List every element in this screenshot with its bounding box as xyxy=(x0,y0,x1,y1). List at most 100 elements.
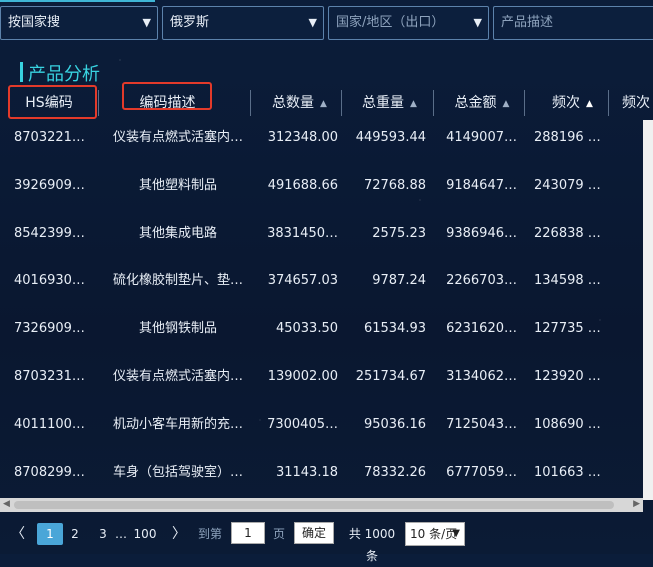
next-page-button[interactable]: 〉 xyxy=(171,523,187,545)
cell-total-quantity: 374657.03 xyxy=(267,273,338,289)
col-total-quantity[interactable]: 总数量 ▲ xyxy=(262,86,337,120)
column-divider xyxy=(341,90,342,116)
cell-total-quantity: 31143.18 xyxy=(275,464,338,480)
cell-description: 硫化橡胶制垫片、垫… xyxy=(112,273,243,289)
cell-frequency: 101663 … xyxy=(534,464,601,480)
cell-total-amount: 9386946… xyxy=(446,225,517,241)
cell-description: 仪装有点燃式活塞内… xyxy=(112,369,243,384)
table-row[interactable]: 8542399… 其他集成电路 3831450… 2575.23 9386946… 226… xyxy=(0,216,643,263)
cell-total-amount: 7125043… xyxy=(446,416,517,432)
total-count: 共 1000 条 xyxy=(348,527,396,563)
cell-hs-code: 4011100… xyxy=(14,416,85,432)
cell-total-weight: 72768.88 xyxy=(363,177,426,193)
sort-icon[interactable]: ▲ xyxy=(410,99,417,109)
col-weight-label: 总重量 xyxy=(362,95,405,111)
page-size-select[interactable]: 10 条/页 ▼ xyxy=(405,522,465,546)
cell-total-quantity: 3831450… xyxy=(267,225,338,241)
cell-total-weight: 2575.23 xyxy=(372,225,426,241)
chevron-down-icon: ▼ xyxy=(308,16,317,29)
table-row[interactable]: 8708299… 车身（包括驾驶室）… 31143.18 78332.26 677705… xyxy=(0,455,643,500)
column-divider xyxy=(250,90,251,116)
table-row[interactable]: 3926909… 其他塑料制品 491688.66 72768.88 9184647… 2… xyxy=(0,168,643,215)
page-1-button[interactable]: 1 xyxy=(37,523,63,545)
scroll-left-icon[interactable]: ◀ xyxy=(3,499,10,509)
region-select[interactable]: 国家/地区（出口） ▼ xyxy=(328,6,489,40)
page-unit-label: 页 xyxy=(272,527,285,541)
cell-description: 其他集成电路 xyxy=(138,225,217,241)
cell-frequency: 243079 … xyxy=(534,177,601,193)
table-row[interactable]: 8703231… 仪装有点燃式活塞内… 139002.00 251734.67 3134… xyxy=(0,359,643,406)
cell-frequency: 226838 … xyxy=(534,225,601,241)
cell-total-weight: 78332.26 xyxy=(363,464,426,480)
column-divider xyxy=(524,90,525,116)
search-mode-value: 按国家搜 xyxy=(8,15,61,30)
filter-bar: 按国家搜 ▼ 俄罗斯 ▼ 国家/地区（出口） ▼ 产品描述 xyxy=(0,0,653,48)
cell-total-amount: 6231620… xyxy=(446,321,517,337)
cell-hs-code: 8542399… xyxy=(14,225,85,241)
col-amount-label: 总金额 xyxy=(454,95,497,111)
column-divider xyxy=(433,90,434,116)
cell-total-weight: 251734.67 xyxy=(355,369,426,384)
cell-total-amount: 9184647… xyxy=(446,177,517,193)
last-page-button[interactable]: 100 xyxy=(131,523,159,545)
table-row[interactable]: 7326909… 其他钢铁制品 45033.50 61534.93 6231620… 12… xyxy=(0,311,643,358)
page-size-value: 10 条/页 xyxy=(410,527,458,541)
cell-description: 其他钢铁制品 xyxy=(138,321,217,337)
sort-icon[interactable]: ▲ xyxy=(503,99,510,109)
cell-total-weight: 61534.93 xyxy=(363,321,426,337)
sort-icon[interactable]: ▲ xyxy=(320,99,327,109)
vertical-scrollbar[interactable] xyxy=(643,120,653,500)
pagination-ellipsis[interactable]: … xyxy=(114,523,128,545)
country-value: 俄罗斯 xyxy=(170,15,210,30)
cell-total-quantity: 7300405… xyxy=(267,416,338,432)
prev-page-button[interactable]: 〈 xyxy=(10,523,26,545)
product-placeholder: 产品描述 xyxy=(501,15,554,30)
table-row[interactable]: 8703221… 仪装有点燃式活塞内… 312348.00 449593.44 4149… xyxy=(0,120,643,167)
col-total-amount[interactable]: 总金额 ▲ xyxy=(444,86,520,120)
cell-frequency: 134598 … xyxy=(534,273,601,289)
highlight-box-hs xyxy=(8,85,97,119)
search-mode-select[interactable]: 按国家搜 ▼ xyxy=(0,6,158,40)
column-divider xyxy=(608,90,609,116)
col-total-weight[interactable]: 总重量 ▲ xyxy=(352,86,427,120)
goto-label: 到第 xyxy=(197,527,222,541)
confirm-button[interactable]: 确定 xyxy=(294,522,334,544)
cell-total-quantity: 312348.00 xyxy=(267,130,338,145)
cell-hs-code: 8708299… xyxy=(14,464,85,480)
cell-hs-code: 4016930… xyxy=(14,273,85,289)
cell-total-weight: 449593.44 xyxy=(355,130,426,145)
cell-frequency: 108690 … xyxy=(534,416,601,432)
sort-asc-icon[interactable]: ▲ xyxy=(586,99,593,109)
cell-total-amount: 3134062… xyxy=(446,369,517,384)
page-3-button[interactable]: 3 xyxy=(95,523,111,545)
cell-total-amount: 4149007… xyxy=(446,130,517,145)
cell-description: 其他塑料制品 xyxy=(138,177,217,193)
horizontal-scrollbar[interactable]: ◀ ▶ xyxy=(0,498,643,512)
scroll-right-icon[interactable]: ▶ xyxy=(633,499,640,509)
product-description-input[interactable]: 产品描述 xyxy=(493,6,653,40)
col-frequency[interactable]: 频次 ▲ xyxy=(545,86,600,120)
active-indicator xyxy=(0,0,155,2)
table-row[interactable]: 4016930… 硫化橡胶制垫片、垫… 374657.03 9787.24 226670… xyxy=(0,263,643,310)
cell-hs-code: 8703221… xyxy=(14,130,85,145)
country-select[interactable]: 俄罗斯 ▼ xyxy=(162,6,324,40)
page-2-button[interactable]: 2 xyxy=(67,523,83,545)
title-accent xyxy=(20,62,23,82)
cell-description: 车身（包括驾驶室）… xyxy=(112,464,243,480)
cell-total-amount: 2266703… xyxy=(446,273,517,289)
highlight-box-desc xyxy=(122,82,212,110)
scroll-thumb[interactable] xyxy=(14,501,614,509)
col-qty-label: 总数量 xyxy=(272,95,315,111)
section-title: 产品分析 xyxy=(28,64,100,85)
cell-total-quantity: 139002.00 xyxy=(267,369,338,384)
column-divider xyxy=(98,90,99,116)
cell-total-amount: 6777059… xyxy=(446,464,517,480)
chevron-down-icon: ▼ xyxy=(142,16,151,29)
col-frequency-2[interactable]: 频次 xyxy=(622,86,653,120)
table-row[interactable]: 4011100… 机动小客车用新的充… 7300405… 95036.16 712504… xyxy=(0,407,643,454)
region-placeholder: 国家/地区（出口） xyxy=(336,15,445,30)
cell-total-quantity: 491688.66 xyxy=(267,177,338,193)
cell-hs-code: 8703231… xyxy=(14,369,85,384)
cell-total-weight: 9787.24 xyxy=(372,273,426,289)
goto-page-input[interactable]: 1 xyxy=(231,522,265,544)
